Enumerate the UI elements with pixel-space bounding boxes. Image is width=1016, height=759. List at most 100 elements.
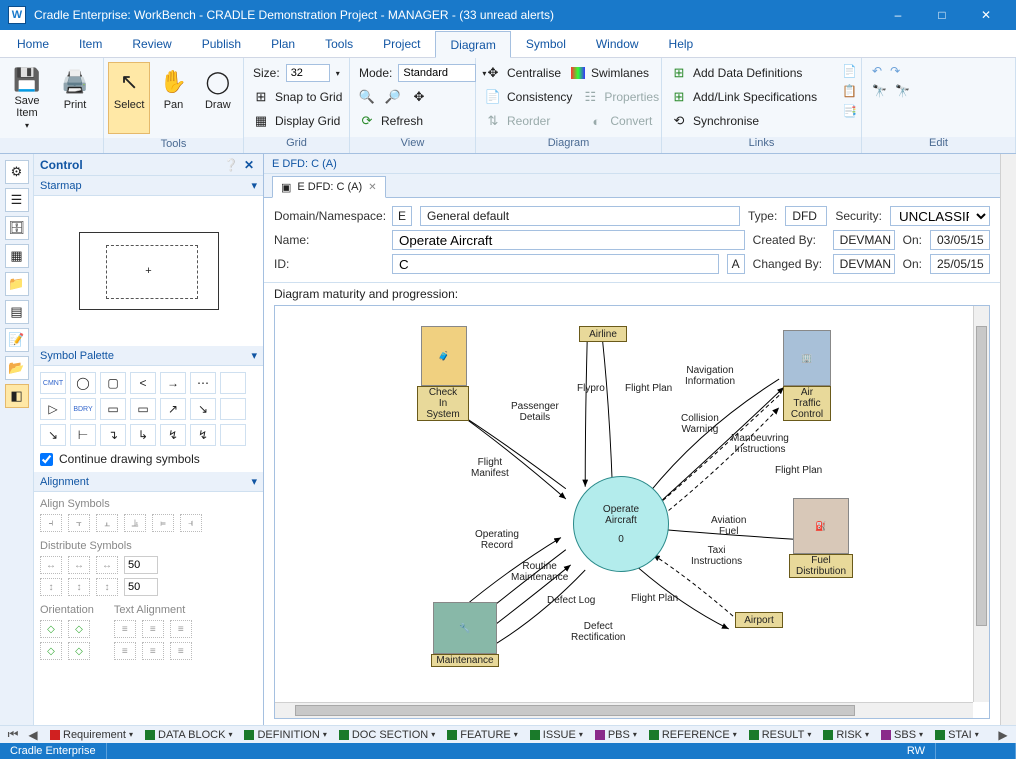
menu-plan[interactable]: Plan [256, 30, 310, 57]
pan-tool-button[interactable]: ✋ Pan [152, 62, 194, 134]
help-icon[interactable]: ❔ [223, 157, 239, 173]
viewbar-next-icon[interactable]: ▶ [996, 728, 1010, 742]
palette-symbol[interactable]: ↳ [130, 424, 156, 446]
node-checkin-image[interactable]: 🧳 [421, 326, 467, 386]
rail-cal-icon[interactable]: ▦ [5, 244, 29, 268]
palette-symbol[interactable]: ⋯ [190, 372, 216, 394]
menu-help[interactable]: Help [654, 30, 709, 57]
dist-v-input[interactable] [124, 578, 158, 596]
maximize-button[interactable]: □ [920, 0, 964, 30]
refresh-button[interactable]: ⟳ Refresh [354, 110, 491, 132]
id-suffix-field[interactable]: A [727, 254, 745, 274]
minimize-button[interactable]: – [876, 0, 920, 30]
palette-symbol[interactable]: ↗ [160, 398, 186, 420]
align-icon[interactable]: ⫢ [152, 514, 174, 532]
align-icon[interactable]: ⫞ [40, 514, 62, 532]
palette-symbol[interactable]: ▭ [130, 398, 156, 420]
rail-folder-icon[interactable]: 📁 [5, 272, 29, 296]
palette-symbol[interactable]: < [130, 372, 156, 394]
grid-size-row[interactable]: Size: ▾ [248, 62, 347, 84]
viewbar-item[interactable]: DATA BLOCK▾ [141, 729, 236, 741]
link-tool-1-icon[interactable]: 📄 [842, 64, 857, 78]
orient-icon[interactable]: ◇ [40, 620, 62, 638]
orient-icon[interactable]: ◇ [68, 642, 90, 660]
node-maintenance-image[interactable]: 🔧 [433, 602, 497, 654]
rail-open-icon[interactable]: 📂 [5, 356, 29, 380]
view-mode-row[interactable]: Mode: ▾ [354, 62, 491, 84]
align-icon[interactable]: ⫣ [180, 514, 202, 532]
select-tool-button[interactable]: ↖ Select [108, 62, 150, 134]
node-atc-image[interactable]: 🏢 [783, 330, 831, 386]
swimlanes-button[interactable]: Swimlanes [566, 62, 654, 84]
menu-project[interactable]: Project [368, 30, 435, 57]
snap-to-grid-button[interactable]: ⊞ Snap to Grid [248, 86, 347, 108]
palette-symbol[interactable]: ▢ [100, 372, 126, 394]
viewbar-item[interactable]: SBS▾ [877, 729, 927, 741]
synchronise-button[interactable]: ⟲Synchronise [666, 110, 840, 132]
dist-icon[interactable]: ↕ [68, 578, 90, 596]
link-tool-2-icon[interactable]: 📋 [842, 84, 857, 98]
dist-icon[interactable]: ↔ [68, 556, 90, 574]
vertical-scrollbar[interactable] [973, 306, 989, 702]
grid-size-input[interactable] [286, 64, 330, 82]
chevron-down-icon[interactable]: ▾ [251, 349, 257, 362]
talign-icon[interactable]: ≡ [114, 642, 136, 660]
domain-name-field[interactable]: General default [420, 206, 740, 226]
palette-symbol[interactable]: ↯ [160, 424, 186, 446]
dist-icon[interactable]: ↔ [96, 556, 118, 574]
diagram-canvas[interactable]: Operate Aircraft 0 Airline 🏢 Air Traffic… [275, 306, 973, 702]
node-fuel-image[interactable]: ⛽ [793, 498, 849, 554]
close-tab-icon[interactable]: ✕ [368, 182, 376, 193]
viewbar-item[interactable]: FEATURE▾ [443, 729, 522, 741]
viewbar-item[interactable]: PBS▾ [591, 729, 641, 741]
palette-symbol[interactable]: ⊢ [70, 424, 96, 446]
starmap[interactable]: + [34, 196, 263, 346]
palette-symbol[interactable]: ↴ [100, 424, 126, 446]
palette-symbol[interactable]: ▷ [40, 398, 66, 420]
dist-icon[interactable]: ↕ [96, 578, 118, 596]
menu-review[interactable]: Review [117, 30, 186, 57]
talign-icon[interactable]: ≡ [170, 642, 192, 660]
close-button[interactable]: ✕ [964, 0, 1008, 30]
print-button[interactable]: 🖨️ Print [52, 62, 98, 134]
editor-outer-scrollbar[interactable] [1000, 154, 1016, 725]
palette-symbol[interactable] [220, 424, 246, 446]
palette-symbol[interactable]: ↘ [190, 398, 216, 420]
zoom-in-icon[interactable]: 🔍 [359, 89, 375, 105]
node-airline[interactable]: Airline [579, 326, 627, 342]
viewbar-item[interactable]: ISSUE▾ [526, 729, 587, 741]
menu-symbol[interactable]: Symbol [511, 30, 581, 57]
align-icon[interactable]: ⫡ [124, 514, 146, 532]
zoom-out-icon[interactable]: 🔎 [385, 89, 401, 105]
palette-symbol[interactable]: → [160, 372, 186, 394]
centralise-button[interactable]: ✥Centralise [480, 62, 566, 84]
menu-window[interactable]: Window [581, 30, 654, 57]
rail-gear-icon[interactable]: ⚙ [5, 160, 29, 184]
redo-icon[interactable]: ↷ [890, 64, 900, 78]
dist-icon[interactable]: ↔ [40, 556, 62, 574]
palette-symbol[interactable]: BDRY [70, 398, 96, 420]
menu-diagram[interactable]: Diagram [435, 31, 510, 58]
pan-icon[interactable]: ✥ [411, 89, 427, 105]
viewbar-item[interactable]: RESULT▾ [745, 729, 816, 741]
rail-tree-icon[interactable]: ▤ [5, 300, 29, 324]
palette-symbol[interactable]: CMNT [40, 372, 66, 394]
palette-symbol[interactable]: ▭ [100, 398, 126, 420]
viewbar-item[interactable]: RISK▾ [819, 729, 873, 741]
talign-icon[interactable]: ≡ [142, 620, 164, 638]
menu-home[interactable]: Home [2, 30, 64, 57]
align-icon[interactable]: ⫠ [96, 514, 118, 532]
orient-icon[interactable]: ◇ [40, 642, 62, 660]
add-data-def-button[interactable]: ⊞Add Data Definitions [666, 62, 840, 84]
undo-icon[interactable]: ↶ [872, 64, 882, 78]
talign-icon[interactable]: ≡ [170, 620, 192, 638]
rail-db-icon[interactable]: 🗄 [5, 216, 29, 240]
find-icon[interactable]: 🔭 [872, 84, 887, 98]
rail-note-icon[interactable]: 📝 [5, 328, 29, 352]
viewbar-item[interactable]: DEFINITION▾ [240, 729, 330, 741]
viewbar-item[interactable]: Requirement▾ [46, 729, 137, 741]
draw-tool-button[interactable]: ◯ Draw [197, 62, 239, 134]
menu-publish[interactable]: Publish [187, 30, 256, 57]
talign-icon[interactable]: ≡ [114, 620, 136, 638]
domain-code-field[interactable]: E [392, 206, 412, 226]
